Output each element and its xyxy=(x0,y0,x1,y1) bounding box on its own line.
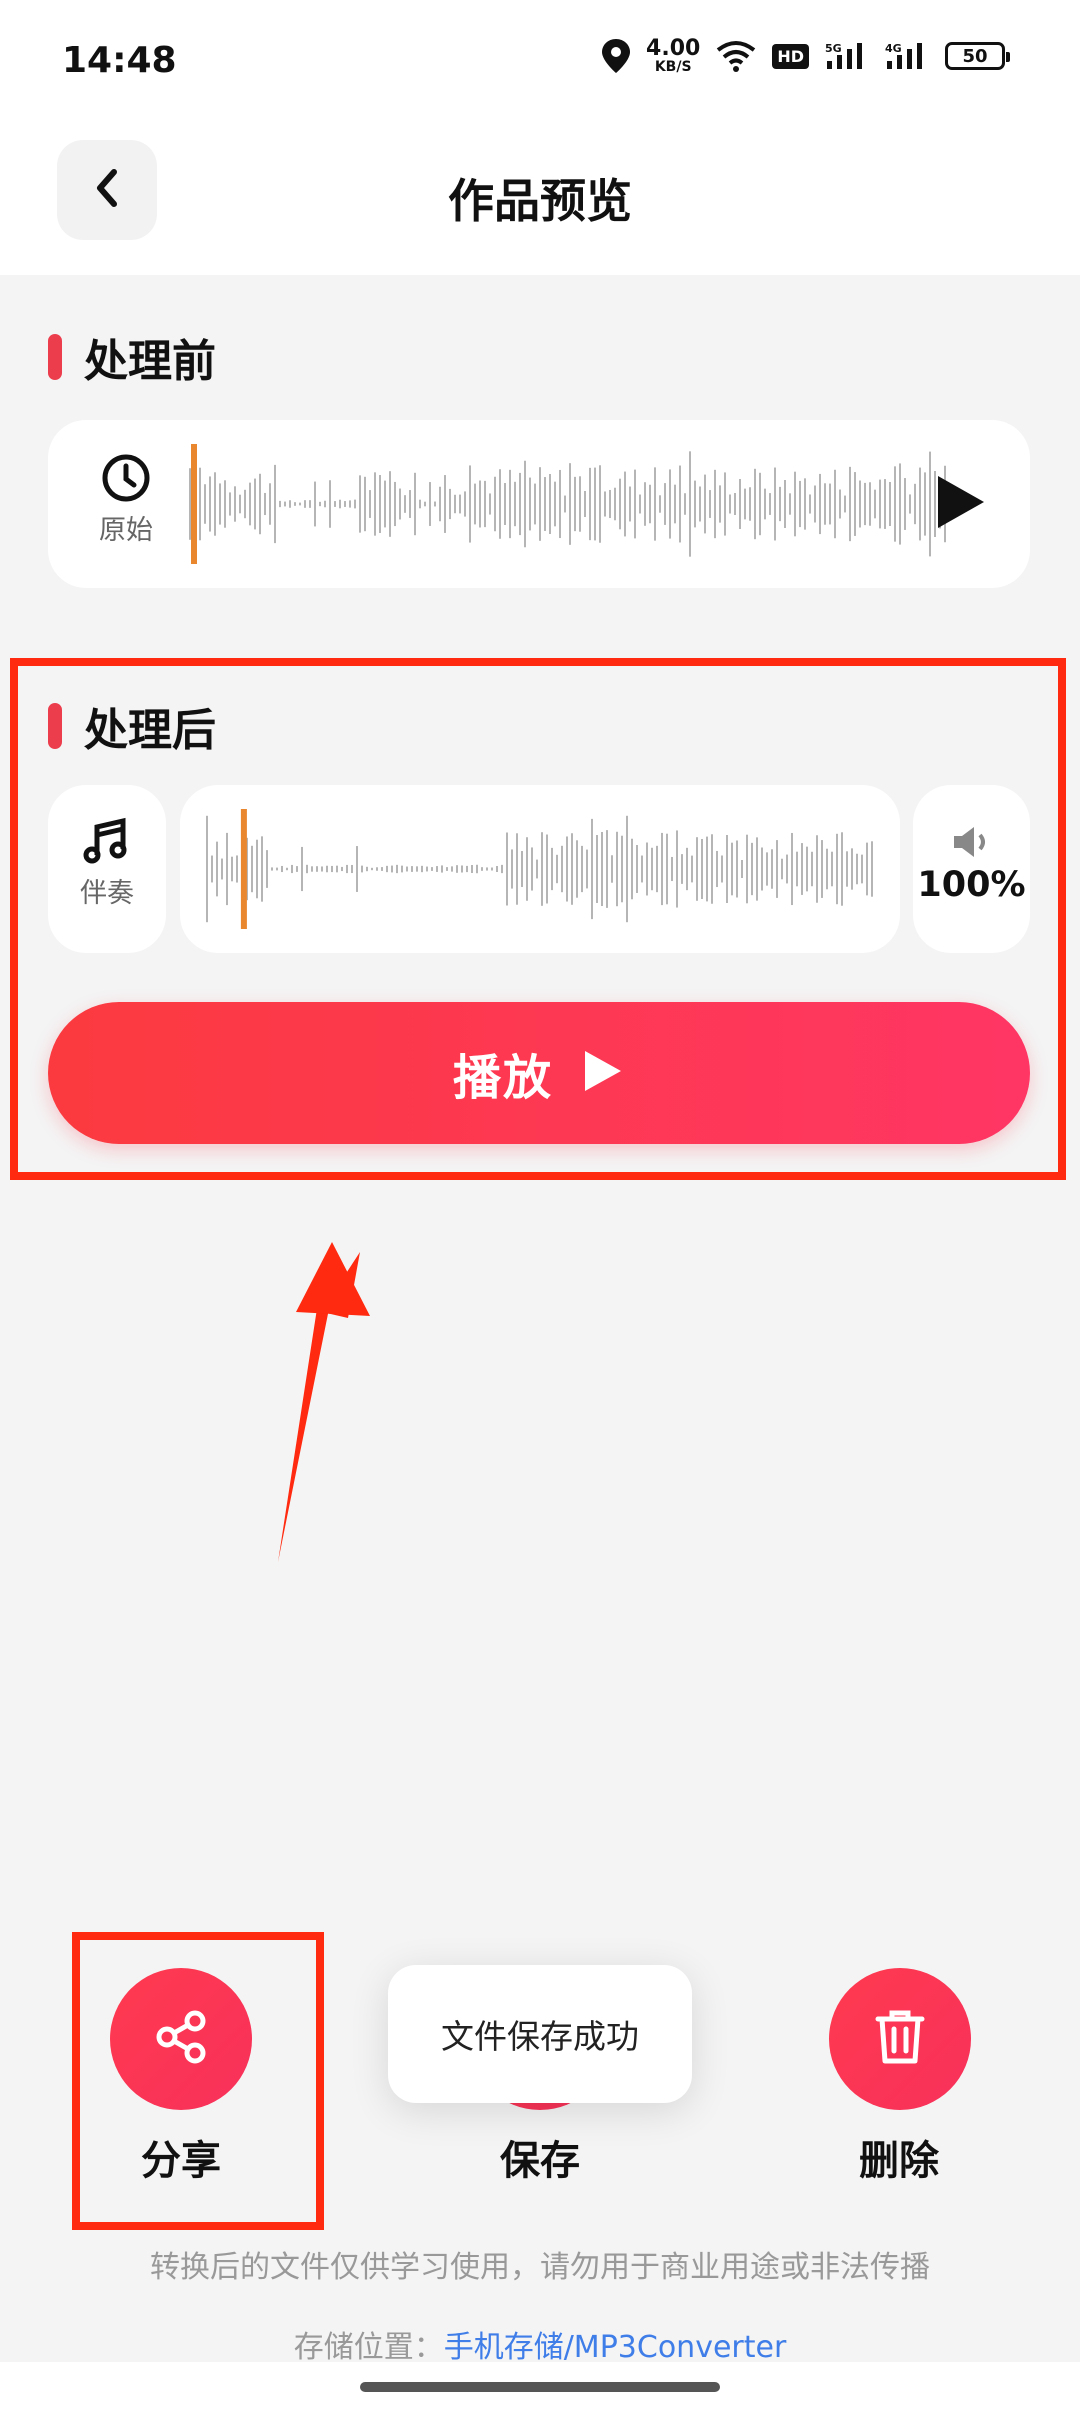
location-icon xyxy=(602,39,631,73)
signal-icon: 5G xyxy=(825,41,869,71)
original-track-label: 原始 xyxy=(99,515,153,546)
hd-badge: HD xyxy=(772,43,809,69)
delete-label: 删除 xyxy=(859,2138,939,2184)
svg-text:5G: 5G xyxy=(825,42,842,55)
clock-icon xyxy=(76,452,176,508)
annotation-highlight-box xyxy=(10,658,1066,1180)
storage-link-cn: 手机存储 xyxy=(443,2330,564,2365)
header: 作品预览 xyxy=(0,125,1080,275)
section-marker xyxy=(48,334,62,380)
share-button[interactable] xyxy=(110,1968,252,2110)
share-icon xyxy=(149,2005,213,2073)
storage-prefix: 存储位置： xyxy=(293,2330,444,2365)
svg-text:4G: 4G xyxy=(885,42,902,55)
page-title: 作品预览 xyxy=(448,174,632,228)
battery-level: 50 xyxy=(962,45,988,67)
trash-icon xyxy=(870,2005,930,2073)
wifi-icon xyxy=(716,40,756,72)
annotation-arrow xyxy=(278,1242,370,1562)
disclaimer-text: 转换后的文件仅供学习使用，请勿用于商业用途或非法传播 xyxy=(150,2250,930,2285)
delete-button[interactable] xyxy=(829,1968,971,2110)
original-track-card: 原始 xyxy=(48,420,1030,588)
status-icons: 4.00 KB/S HD 5G 4G 50 xyxy=(602,36,1010,75)
toast-message: 文件保存成功 xyxy=(388,1965,692,2103)
before-section-label: 处理前 xyxy=(84,336,216,387)
play-icon[interactable] xyxy=(932,472,988,536)
storage-location: 存储位置：手机存储/MP3Converter xyxy=(0,2322,1080,2366)
status-bar: 14:48 4.00 KB/S HD 5G 4G 50 xyxy=(0,0,1080,125)
net-speed: 4.00 KB/S xyxy=(646,36,701,75)
signal-icon-2: 4G xyxy=(885,41,929,71)
share-label: 分享 xyxy=(141,2138,221,2184)
original-waveform[interactable] xyxy=(188,440,948,568)
home-indicator[interactable] xyxy=(360,2382,720,2392)
status-time: 14:48 xyxy=(62,40,177,81)
storage-link-path: /MP3Converter xyxy=(563,2330,787,2365)
original-track-label-group: 原始 xyxy=(76,452,176,547)
storage-link[interactable]: 手机存储/MP3Converter xyxy=(444,2330,787,2365)
battery-icon: 50 xyxy=(945,42,1010,70)
before-section-title: 处理前 xyxy=(48,325,216,389)
playhead[interactable] xyxy=(191,444,197,564)
save-label: 保存 xyxy=(500,2138,580,2184)
